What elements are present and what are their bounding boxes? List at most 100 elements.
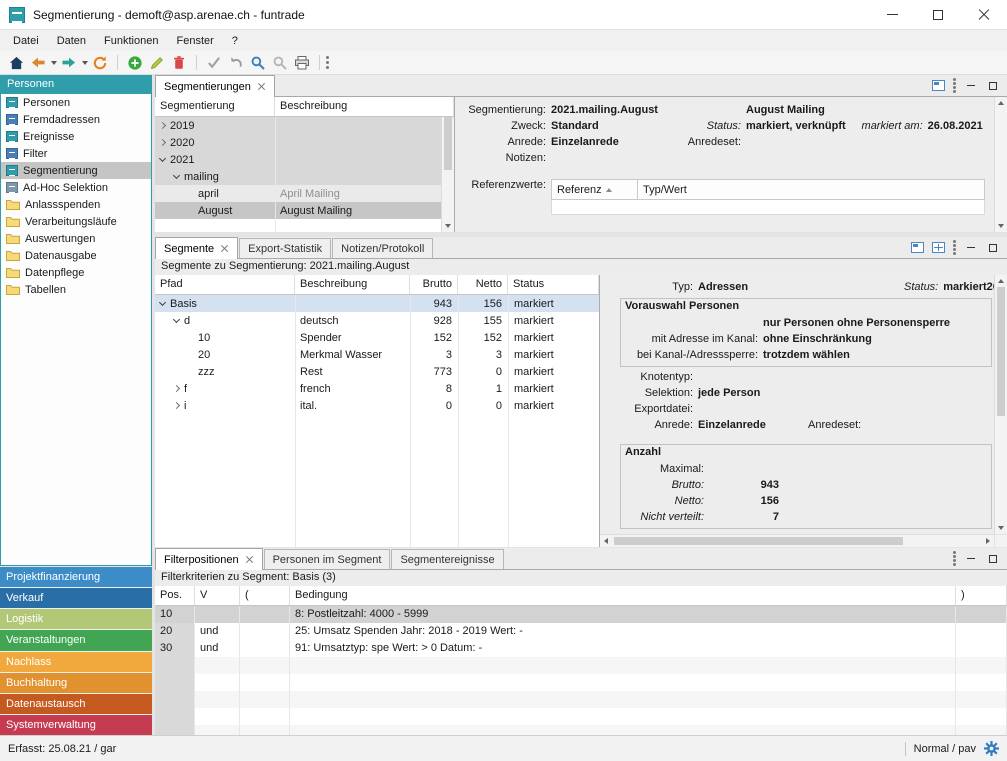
close-tab-icon[interactable]	[257, 82, 266, 91]
pane-menu-icon[interactable]	[953, 551, 956, 554]
chevron-down-icon[interactable]	[173, 315, 180, 322]
menu-daten[interactable]: Daten	[48, 33, 95, 49]
module-buchhaltung[interactable]: Buchhaltung	[0, 673, 152, 694]
minimize-button[interactable]	[869, 0, 915, 29]
back-history-dropdown[interactable]	[49, 53, 58, 73]
segment-row-20[interactable]: 20 Merkmal Wasser 3 3 markiert	[155, 346, 599, 363]
module-datenaustausch[interactable]: Datenaustausch	[0, 694, 152, 715]
close-tab-icon[interactable]	[220, 244, 229, 253]
tab-personen-im-segment[interactable]: Personen im Segment	[264, 549, 391, 569]
scroll-left-icon[interactable]	[600, 535, 612, 547]
pane-minimize-button[interactable]	[964, 79, 978, 93]
module-verkauf[interactable]: Verkauf	[0, 588, 152, 609]
column-header-netto[interactable]: Netto	[458, 275, 508, 294]
chevron-down-icon[interactable]	[173, 171, 180, 178]
filter-row-20[interactable]: 20 und 25: Umsatz Spenden Jahr: 2018 - 2…	[155, 623, 1007, 640]
settings-gear-icon[interactable]	[984, 741, 999, 756]
detach-pane-icon[interactable]	[932, 80, 945, 91]
scroll-thumb[interactable]	[444, 109, 452, 170]
detail-vertical-scrollbar[interactable]	[994, 275, 1007, 534]
back-button[interactable]	[27, 53, 49, 73]
segment-row-zzz[interactable]: zzz Rest 773 0 markiert	[155, 363, 599, 380]
module-projektfinanzierung[interactable]: Projektfinanzierung	[0, 567, 152, 588]
tree-row-august[interactable]: August August Mailing	[155, 202, 454, 219]
sidebar-item-verarbeitungslaeufe[interactable]: Verarbeitungsläufe	[1, 213, 151, 230]
forward-history-dropdown[interactable]	[80, 53, 89, 73]
split-pane-icon[interactable]	[932, 242, 945, 253]
column-header-brutto[interactable]: Brutto	[410, 275, 458, 294]
column-header-pfad[interactable]: Pfad	[155, 275, 295, 294]
tree-row-april[interactable]: april April Mailing	[155, 185, 454, 202]
detail-horizontal-scrollbar[interactable]	[600, 534, 994, 547]
sidebar-item-datenausgabe[interactable]: Datenausgabe	[1, 247, 151, 264]
pane-menu-icon[interactable]	[953, 78, 956, 81]
chevron-down-icon[interactable]	[159, 298, 166, 305]
segment-row-d[interactable]: d deutsch 928 155 markiert	[155, 312, 599, 329]
column-header-close-paren[interactable]: )	[956, 586, 1007, 605]
add-button[interactable]	[124, 53, 146, 73]
column-header-segmentierung[interactable]: Segmentierung	[155, 97, 275, 116]
chevron-down-icon[interactable]	[159, 154, 166, 161]
sidebar-item-datenpflege[interactable]: Datenpflege	[1, 264, 151, 281]
scroll-down-icon[interactable]	[995, 220, 1007, 232]
sidebar-item-anlassspenden[interactable]: Anlassspenden	[1, 196, 151, 213]
sidebar-item-tabellen[interactable]: Tabellen	[1, 281, 151, 298]
sidebar-item-adhoc-selektion[interactable]: Ad-Hoc Selektion	[1, 179, 151, 196]
chevron-right-icon[interactable]	[159, 139, 166, 146]
tab-segmentierungen[interactable]: Segmentierungen	[155, 75, 275, 97]
scroll-thumb[interactable]	[997, 287, 1005, 416]
tree-row-2019[interactable]: 2019	[155, 117, 454, 134]
tree-row-2020[interactable]: 2020	[155, 134, 454, 151]
scroll-thumb[interactable]	[614, 537, 903, 545]
column-header-pos[interactable]: Pos.	[155, 586, 195, 605]
print-button[interactable]	[291, 53, 313, 73]
pane-minimize-button[interactable]	[964, 552, 978, 566]
tab-segmentereignisse[interactable]: Segmentereignisse	[391, 549, 503, 569]
column-header-bedingung[interactable]: Bedingung	[290, 586, 956, 605]
scroll-up-icon[interactable]	[995, 97, 1007, 109]
sidebar-item-filter[interactable]: Filter	[1, 145, 151, 162]
column-header-v[interactable]: V	[195, 586, 240, 605]
scroll-down-icon[interactable]	[442, 220, 454, 232]
forward-button[interactable]	[58, 53, 80, 73]
filter-row-10[interactable]: 10 8: Postleitzahl: 4000 - 5999	[155, 606, 1007, 623]
column-header-status[interactable]: Status	[508, 275, 599, 294]
menu-funktionen[interactable]: Funktionen	[95, 33, 167, 49]
detail-vertical-scrollbar[interactable]	[994, 97, 1007, 232]
tree-row-mailing[interactable]: mailing	[155, 168, 454, 185]
sidebar-item-auswertungen[interactable]: Auswertungen	[1, 230, 151, 247]
pane-menu-icon[interactable]	[953, 240, 956, 243]
sidebar-item-fremdadressen[interactable]: Fremdadressen	[1, 111, 151, 128]
tab-export-statistik[interactable]: Export-Statistik	[239, 238, 331, 258]
module-veranstaltungen[interactable]: Veranstaltungen	[0, 630, 152, 651]
tree-vertical-scrollbar[interactable]	[441, 97, 454, 232]
confirm-button[interactable]	[203, 53, 225, 73]
column-header-referenz[interactable]: Referenz	[552, 180, 638, 199]
column-header-typ-wert[interactable]: Typ/Wert	[638, 180, 984, 199]
column-header-beschreibung[interactable]: Beschreibung	[295, 275, 410, 294]
menu-datei[interactable]: Datei	[4, 33, 48, 49]
sidebar-item-ereignisse[interactable]: Ereignisse	[1, 128, 151, 145]
module-logistik[interactable]: Logistik	[0, 609, 152, 630]
segment-row-f[interactable]: f french 8 1 markiert	[155, 380, 599, 397]
menu-fenster[interactable]: Fenster	[167, 33, 222, 49]
segment-row-basis[interactable]: Basis 943 156 markiert	[155, 295, 599, 312]
scroll-up-icon[interactable]	[995, 275, 1007, 287]
pane-maximize-button[interactable]	[986, 79, 1000, 93]
toolbar-overflow-icon[interactable]	[326, 56, 329, 59]
undo-button[interactable]	[225, 53, 247, 73]
menu-help[interactable]: ?	[223, 33, 247, 49]
delete-button[interactable]	[168, 53, 190, 73]
refresh-button[interactable]	[89, 53, 111, 73]
chevron-right-icon[interactable]	[173, 385, 180, 392]
column-header-beschreibung[interactable]: Beschreibung	[275, 97, 454, 116]
pane-maximize-button[interactable]	[986, 552, 1000, 566]
sidebar-item-personen[interactable]: Personen	[1, 94, 151, 111]
edit-button[interactable]	[146, 53, 168, 73]
scroll-down-icon[interactable]	[995, 522, 1007, 534]
segment-row-10[interactable]: 10 Spender 152 152 markiert	[155, 329, 599, 346]
close-button[interactable]	[961, 0, 1007, 29]
pane-minimize-button[interactable]	[964, 241, 978, 255]
sidebar-item-segmentierung[interactable]: Segmentierung	[1, 162, 151, 179]
tab-segmente[interactable]: Segmente	[155, 237, 238, 259]
